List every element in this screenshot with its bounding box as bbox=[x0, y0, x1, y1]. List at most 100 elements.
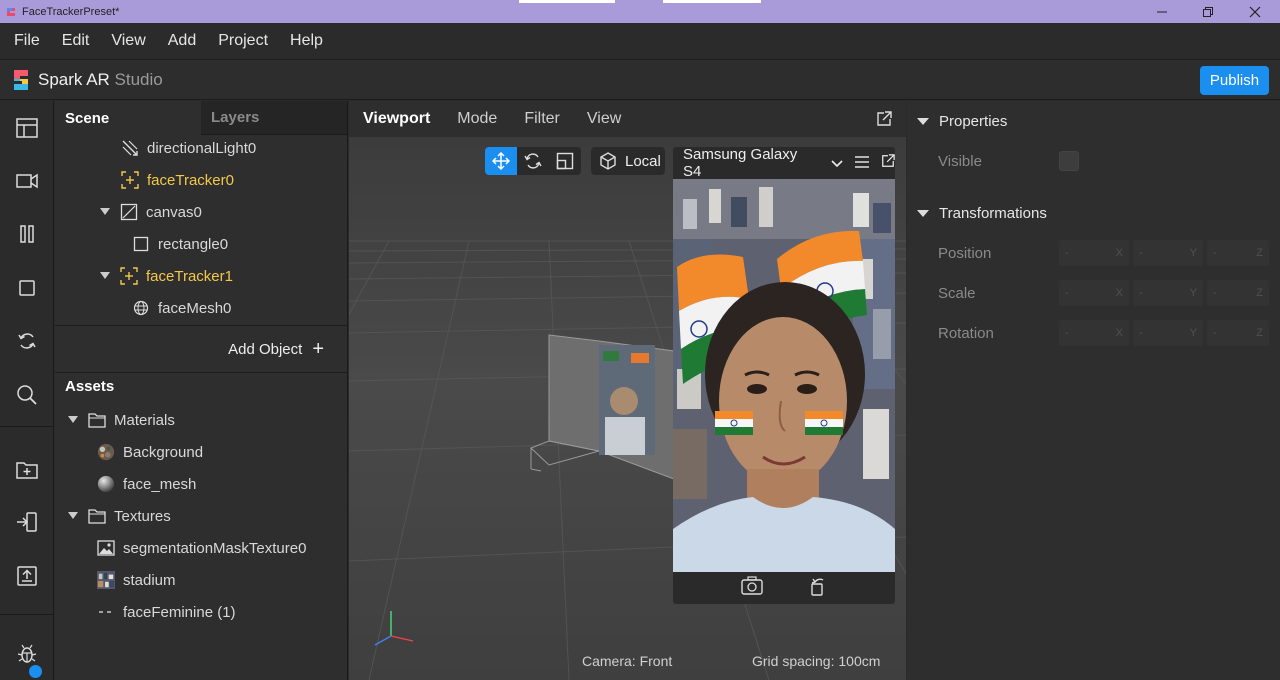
scene-item-faceTracker0[interactable]: faceTracker0 bbox=[55, 164, 348, 196]
menu-view[interactable]: View bbox=[111, 32, 145, 50]
transformations-section-header[interactable]: Transformations bbox=[917, 205, 1047, 222]
expand-caret-icon[interactable] bbox=[68, 415, 78, 425]
scene-item-canvas0[interactable]: canvas0 bbox=[55, 196, 348, 228]
app-logo-icon bbox=[7, 7, 15, 16]
asset-folder-textures[interactable]: Textures bbox=[55, 500, 348, 532]
title-highlight bbox=[519, 0, 615, 3]
scale-y-field[interactable]: -Y bbox=[1133, 280, 1203, 306]
expand-caret-icon[interactable] bbox=[100, 271, 110, 281]
device-simulator: Samsung Galaxy S4 bbox=[673, 146, 895, 604]
popout-icon[interactable] bbox=[876, 111, 892, 132]
position-x-field[interactable]: -X bbox=[1059, 240, 1129, 266]
scale-x-field[interactable]: -X bbox=[1059, 280, 1129, 306]
menu-project[interactable]: Project bbox=[218, 32, 268, 50]
local-space-toggle[interactable]: Local bbox=[591, 147, 665, 175]
asset-item-label: faceFeminine (1) bbox=[123, 603, 236, 621]
asset-folder-materials[interactable]: Materials bbox=[55, 404, 348, 436]
menu-add[interactable]: Add bbox=[168, 32, 196, 50]
scale-label: Scale bbox=[938, 285, 976, 302]
axis-label: Y bbox=[1189, 327, 1197, 339]
properties-section-header[interactable]: Properties bbox=[917, 113, 1007, 130]
field-value: - bbox=[1213, 287, 1217, 299]
restart-button[interactable] bbox=[0, 321, 54, 361]
position-y-field[interactable]: -Y bbox=[1133, 240, 1203, 266]
bug-icon bbox=[17, 644, 37, 663]
asset-item-face-mesh[interactable]: face_mesh bbox=[55, 468, 348, 500]
position-z-field[interactable]: -Z bbox=[1207, 240, 1269, 266]
asset-item-label: face_mesh bbox=[123, 475, 197, 493]
import-button[interactable] bbox=[0, 449, 54, 489]
layout-icon bbox=[16, 118, 38, 138]
scene-panel-tabs: Scene Layers bbox=[55, 101, 348, 135]
scene-item-faceMesh0[interactable]: faceMesh0 bbox=[55, 292, 348, 324]
upload-button[interactable] bbox=[0, 556, 54, 596]
tab-view[interactable]: View bbox=[587, 110, 621, 128]
transform-tools bbox=[485, 147, 581, 175]
publish-button[interactable]: Publish bbox=[1200, 66, 1269, 95]
minimize-button[interactable] bbox=[1139, 0, 1185, 23]
search-button[interactable] bbox=[0, 375, 54, 415]
chevron-down-icon[interactable] bbox=[831, 155, 843, 172]
scene-item-rectangle0[interactable]: rectangle0 bbox=[55, 228, 348, 260]
tab-viewport[interactable]: Viewport bbox=[363, 110, 430, 128]
scene-panel: Scene Layers directionalLight0 faceTrack… bbox=[55, 101, 348, 680]
restore-button[interactable] bbox=[1185, 0, 1231, 23]
visible-checkbox[interactable] bbox=[1059, 151, 1079, 171]
scene-item-label: faceMesh0 bbox=[158, 299, 232, 317]
device-preview-screen[interactable] bbox=[673, 179, 895, 572]
asset-folder-label: Materials bbox=[114, 411, 175, 429]
axis-label: X bbox=[1115, 287, 1123, 299]
rectangle-icon bbox=[132, 235, 150, 253]
camera-status: Camera: Front bbox=[582, 653, 673, 669]
preview-image bbox=[673, 179, 895, 572]
stop-button[interactable] bbox=[0, 268, 54, 308]
asset-item-face-feminine[interactable]: faceFeminine (1) bbox=[55, 596, 348, 628]
device-footer bbox=[673, 572, 895, 604]
upload-icon bbox=[17, 566, 37, 586]
scale-z-field[interactable]: -Z bbox=[1207, 280, 1269, 306]
debug-button[interactable] bbox=[0, 633, 54, 673]
scene-item-label: directionalLight0 bbox=[147, 139, 257, 157]
asset-item-background[interactable]: Background bbox=[55, 436, 348, 468]
tab-layers[interactable]: Layers bbox=[201, 101, 347, 135]
device-select[interactable]: Samsung Galaxy S4 bbox=[683, 146, 819, 180]
asset-item-stadium[interactable]: stadium bbox=[55, 564, 348, 596]
image-texture-icon bbox=[97, 539, 115, 557]
rotate-device-icon[interactable] bbox=[809, 576, 827, 601]
rotate-tool-button[interactable] bbox=[517, 147, 549, 175]
layout-button[interactable] bbox=[0, 108, 54, 148]
toolbar-divider bbox=[0, 614, 54, 615]
spark-ar-window: FaceTrackerPreset* File Edit View Add Pr… bbox=[0, 0, 1280, 680]
axis-label: Y bbox=[1189, 247, 1197, 259]
rotation-y-field[interactable]: -Y bbox=[1133, 320, 1203, 346]
switch-camera-icon[interactable] bbox=[741, 575, 763, 601]
rotation-x-field[interactable]: -X bbox=[1059, 320, 1129, 346]
popout-icon[interactable] bbox=[881, 154, 895, 172]
video-button[interactable] bbox=[0, 161, 54, 201]
local-label: Local bbox=[625, 152, 661, 170]
video-icon bbox=[16, 173, 38, 189]
tab-mode[interactable]: Mode bbox=[457, 110, 497, 128]
device-header: Samsung Galaxy S4 bbox=[673, 146, 895, 180]
asset-item-segmentation-mask[interactable]: segmentationMaskTexture0 bbox=[55, 532, 348, 564]
menu-help[interactable]: Help bbox=[290, 32, 323, 50]
scene-item-directionalLight0[interactable]: directionalLight0 bbox=[55, 132, 348, 164]
rotation-z-field[interactable]: -Z bbox=[1207, 320, 1269, 346]
tab-scene[interactable]: Scene bbox=[55, 101, 201, 135]
expand-caret-icon[interactable] bbox=[68, 511, 78, 521]
brand-name: Spark AR Studio bbox=[38, 70, 163, 90]
scene-item-faceTracker1[interactable]: faceTracker1 bbox=[55, 260, 348, 292]
field-value: - bbox=[1065, 327, 1069, 339]
device-link-button[interactable] bbox=[0, 502, 54, 542]
close-button[interactable] bbox=[1232, 0, 1278, 23]
menu-edit[interactable]: Edit bbox=[62, 32, 90, 50]
tab-filter[interactable]: Filter bbox=[524, 110, 560, 128]
scale-tool-button[interactable] bbox=[549, 147, 581, 175]
menu-file[interactable]: File bbox=[14, 32, 40, 50]
properties-panel: Properties Visible Transformations Posit… bbox=[907, 101, 1280, 680]
expand-caret-icon[interactable] bbox=[100, 207, 110, 217]
menu-icon[interactable] bbox=[855, 155, 869, 172]
move-tool-button[interactable] bbox=[485, 147, 517, 175]
pause-button[interactable] bbox=[0, 214, 54, 254]
add-object-button[interactable]: Add Object + bbox=[55, 325, 348, 373]
